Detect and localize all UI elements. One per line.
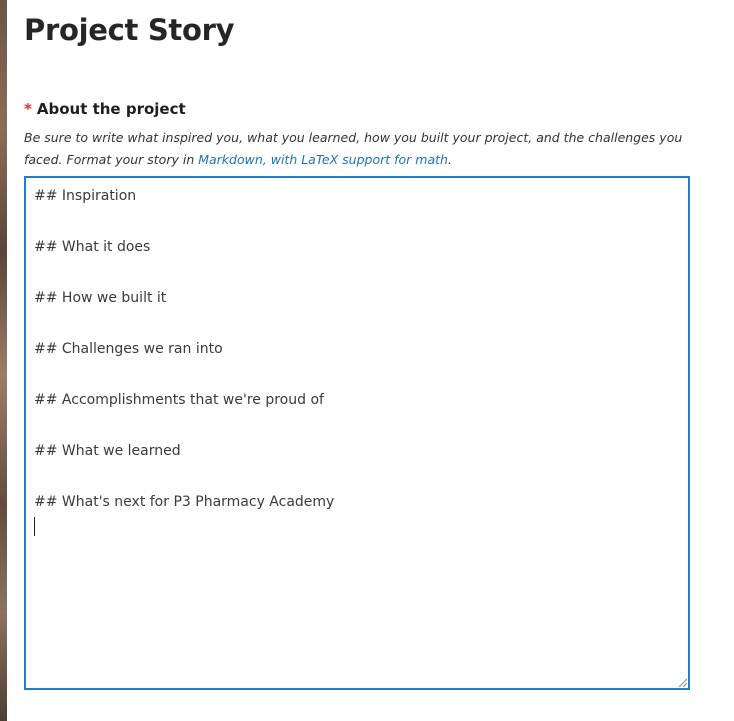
- markdown-latex-help-link[interactable]: Markdown, with LaTeX support for math: [198, 152, 448, 167]
- required-marker: *: [24, 100, 32, 118]
- story-blank-line: [34, 358, 680, 391]
- story-line-inspiration: ## Inspiration: [34, 188, 137, 204]
- story-line-how-we-built-it: ## How we built it: [34, 290, 167, 306]
- background-photo-edge: [0, 0, 7, 721]
- about-project-help-text: Be sure to write what inspired you, what…: [24, 127, 694, 170]
- story-blank-line: [34, 307, 680, 340]
- text-caret: [34, 517, 35, 536]
- story-line-whats-next: ## What's next for P3 Pharmacy Academy: [34, 494, 335, 510]
- story-line-accomplishments: ## Accomplishments that we're proud of: [34, 392, 324, 408]
- story-blank-line: [34, 256, 680, 289]
- story-blank-line: [34, 409, 680, 442]
- story-line-challenges: ## Challenges we ran into: [34, 341, 223, 357]
- resize-grip-icon[interactable]: [678, 678, 687, 687]
- help-text-end: .: [447, 151, 452, 167]
- about-project-textarea[interactable]: ## Inspiration ## What it does ## How we…: [24, 176, 690, 690]
- story-line-what-it-does: ## What it does: [34, 239, 151, 255]
- page-title: Project Story: [24, 13, 235, 47]
- story-line-what-we-learned: ## What we learned: [34, 443, 181, 459]
- story-blank-line: [34, 460, 680, 493]
- about-project-label: * About the project: [24, 100, 186, 118]
- story-blank-line: [34, 205, 680, 238]
- about-project-label-text: About the project: [36, 100, 186, 118]
